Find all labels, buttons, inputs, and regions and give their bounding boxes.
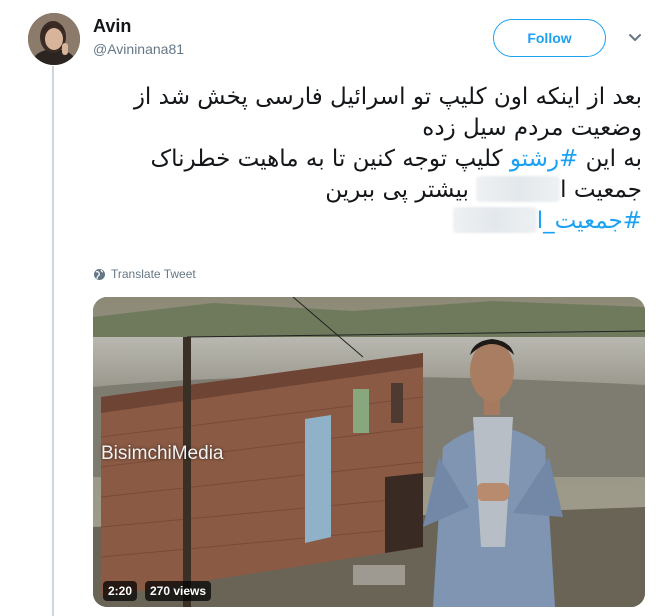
redacted-text xyxy=(452,207,537,233)
tweet-text-line-2: وضعیت مردم سیل زده xyxy=(422,115,642,141)
author-display-name[interactable]: Avin xyxy=(93,16,131,37)
translate-label: Translate Tweet xyxy=(111,267,196,281)
tweet-text-line-1: بعد از اینکه اون کلیپ تو اسرائیل فارسی پ… xyxy=(133,84,642,110)
tweet-text-segment: به این xyxy=(578,146,642,172)
video-views-badge: 270 views xyxy=(145,581,212,601)
tweet-text: بعد از اینکه اون کلیپ تو اسرائیل فارسی پ… xyxy=(96,82,642,237)
hashtag-link[interactable]: #رشتو xyxy=(510,146,578,172)
tweet-text-segment: کلیپ توجه کنین تا به ماهیت خطرناک xyxy=(150,146,510,172)
tweet-text-segment: جمعیت ا xyxy=(560,177,642,203)
chevron-down-icon[interactable] xyxy=(627,29,643,45)
tweet-text-line-3: به این #رشتو کلیپ توجه کنین تا به ماهیت … xyxy=(96,144,642,175)
hashtag-link[interactable]: #جمعیت_ا xyxy=(537,208,642,234)
tweet-text-line-4: جمعیت ا بیشتر پی ببرین xyxy=(96,175,642,206)
tweet-text-line-5: #جمعیت_ا xyxy=(96,206,642,237)
author-handle[interactable]: @Avininana81 xyxy=(93,41,184,57)
video-watermark: BisimchiMedia xyxy=(101,443,224,464)
video-duration-badge: 2:20 xyxy=(103,581,138,601)
redacted-text xyxy=(476,176,561,202)
thread-line xyxy=(52,66,54,616)
tweet-text-segment: بیشتر پی ببرین xyxy=(325,177,477,203)
globe-icon xyxy=(94,268,105,280)
translate-tweet-link[interactable]: Translate Tweet xyxy=(93,267,196,281)
follow-button[interactable]: Follow xyxy=(493,19,606,57)
avatar[interactable] xyxy=(28,13,80,65)
video-player[interactable]: BisimchiMedia 2:20 270 views xyxy=(93,297,645,607)
